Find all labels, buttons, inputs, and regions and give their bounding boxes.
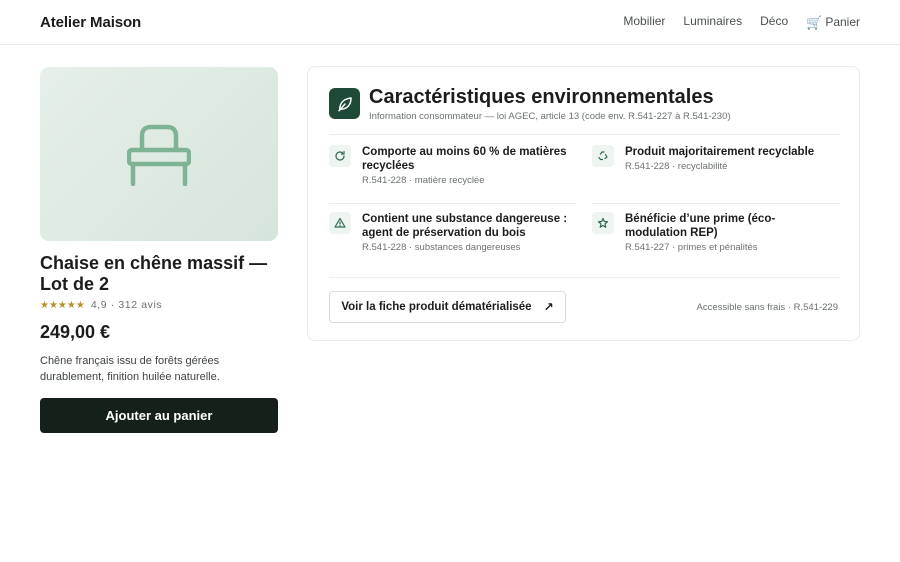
main-nav: Mobilier Luminaires Déco 🛒 Panier: [623, 13, 860, 29]
brand-logo[interactable]: Atelier Maison: [40, 14, 141, 31]
product-image: [40, 67, 278, 241]
env-item-title: Bénéficie d’une prime (éco-modulation RE…: [625, 213, 776, 239]
divider: [592, 203, 840, 204]
environmental-subtitle: Information consommateur — loi AGEC, art…: [369, 111, 731, 122]
rating-stars: ★★★★★: [40, 299, 85, 311]
product-rating: ★★★★★ 4,9 · 312 avis: [40, 299, 162, 311]
divider: [329, 203, 576, 204]
leaf-icon: [329, 88, 360, 119]
access-note: Accessible sans frais · R.541-229: [696, 302, 838, 313]
nav-item-mobilier[interactable]: Mobilier: [623, 14, 665, 28]
add-to-cart-button[interactable]: Ajouter au panier: [40, 398, 278, 433]
nav-item-deco[interactable]: Déco: [760, 14, 788, 28]
divider: [329, 277, 840, 278]
recycle-icon: [592, 145, 614, 167]
digital-sheet-button[interactable]: Voir la fiche produit dématérialisée ↗: [329, 291, 566, 323]
divider: [329, 134, 840, 135]
nav-item-luminaires[interactable]: Luminaires: [683, 14, 742, 28]
chair-icon: [127, 124, 191, 186]
environmental-title: Caractéristiques environnementales: [369, 86, 714, 108]
env-item-ref: R.541-227 · primes et pénalités: [625, 242, 758, 253]
star-icon: [592, 212, 614, 234]
external-link-icon: ↗: [543, 300, 554, 314]
env-item-ref: R.541-228 · matière recyclée: [362, 175, 485, 186]
digital-sheet-label: Voir la fiche produit dématérialisée: [341, 301, 532, 313]
env-item-ref: R.541-228 · recyclabilité: [625, 161, 728, 172]
env-item-title: Contient une substance dangereuse : agen…: [362, 213, 568, 239]
warning-icon: [329, 212, 351, 234]
cart-icon: 🛒: [806, 14, 823, 30]
environmental-card: Caractéristiques environnementales Infor…: [307, 66, 860, 341]
refresh-icon: [329, 145, 351, 167]
product-description: Chêne français issu de forêts gérées dur…: [40, 355, 220, 383]
rating-text[interactable]: 4,9 · 312 avis: [91, 299, 162, 311]
cart-link[interactable]: 🛒 Panier: [806, 15, 860, 29]
product-title: Chaise en chêne massif — Lot de 2: [40, 253, 268, 294]
env-item-title: Produit majoritairement recyclable: [625, 146, 815, 158]
env-item-title: Comporte au moins 60 % de matières recyc…: [362, 146, 567, 172]
env-item-ref: R.541-228 · substances dangereuses: [362, 242, 521, 253]
top-header: Atelier Maison Mobilier Luminaires Déco …: [0, 0, 900, 45]
product-price: 249,00 €: [40, 322, 111, 342]
cart-label: Panier: [825, 15, 860, 29]
